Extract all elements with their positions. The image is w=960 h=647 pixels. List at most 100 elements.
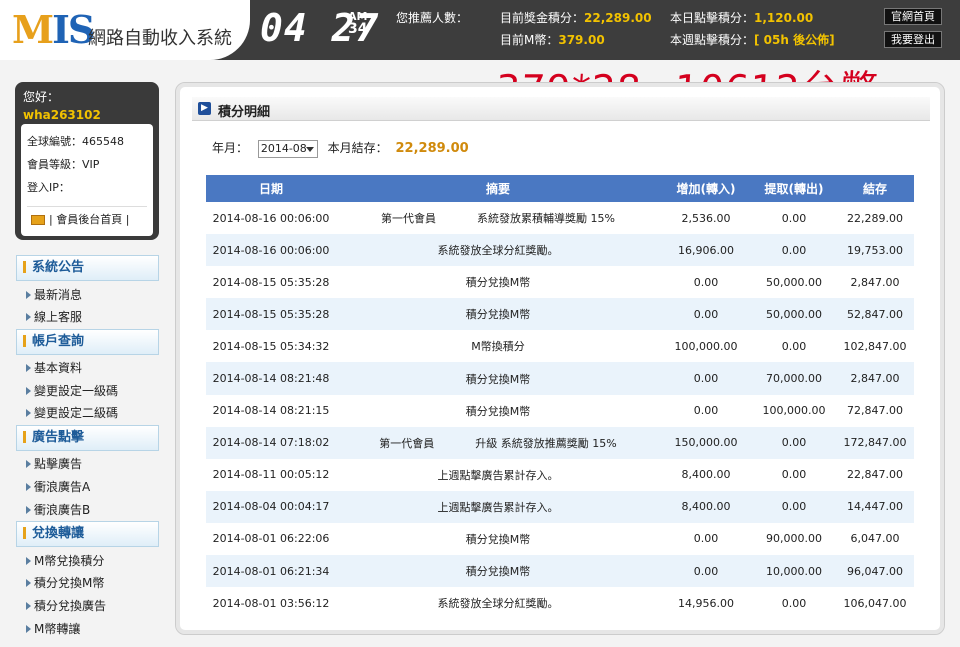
nav-item-surf-ads-b[interactable]: 衝浪廣告B	[26, 501, 90, 518]
table-row: 2014-08-16 00:06:00 第一代會員 系統發放累積輔導獎勵 15% 2,…	[206, 202, 914, 234]
referral-count: 您推薦人數：	[396, 11, 469, 25]
row-in: 0.00	[660, 362, 752, 395]
official-home-button[interactable]: 官網首頁	[884, 8, 942, 25]
nav-item-points-to-ads[interactable]: 積分兌換廣告	[26, 597, 106, 614]
row-date: 2014-08-04 00:04:17	[206, 490, 336, 523]
month-balance: 22,289.00	[395, 141, 469, 156]
row-balance: 106,047.00	[843, 596, 907, 610]
row-summary: 積分兌換M幣	[336, 298, 660, 331]
row-balance: 2,847.00	[850, 275, 900, 289]
row-summary-text: 積分兌換M幣	[465, 404, 531, 418]
col-out: 提取(轉出)	[752, 175, 836, 202]
member-home-link[interactable]: | 會員後台首頁 |	[27, 206, 147, 230]
nav-item-points-to-mcoin[interactable]: 積分兌換M幣	[26, 574, 104, 591]
triangle-right-icon	[26, 624, 31, 633]
row-balance: 2,847.00	[836, 362, 914, 395]
nav-item-change-code-2[interactable]: 變更設定二級碼	[26, 404, 118, 421]
triangle-right-icon	[26, 312, 31, 321]
row-in: 2,536.00	[681, 211, 731, 225]
row-out: 0.00	[752, 490, 836, 523]
row-balance: 52,847.00	[836, 298, 914, 331]
row-in: 14,956.00	[678, 596, 734, 610]
row-summary: 第一代會員 系統發放累積輔導獎勵 15%	[336, 202, 660, 234]
row-in: 150,000.00	[660, 426, 752, 459]
row-date: 2014-08-14 08:21:48	[206, 362, 336, 395]
logo-mark: MIS	[12, 7, 95, 52]
col-in: 增加(轉入)	[660, 175, 752, 202]
row-summary-text: 系統發放全球分紅獎勵。	[437, 244, 559, 258]
row-summary: M幣換積分	[336, 330, 660, 362]
nav-item-latest-news[interactable]: 最新消息	[26, 286, 82, 303]
logo-text: 網路自動收入系統	[88, 28, 232, 49]
table-row: 2014-08-14 07:18:02 第一代會員 升級 系統發放推薦獎勵 15% 1…	[206, 426, 914, 459]
row-summary-text: 系統發放累積輔導獎勵 15%	[477, 212, 615, 226]
login-ip: 登入IP：	[27, 181, 70, 194]
row-summary: 系統發放全球分紅獎勵。	[336, 587, 660, 619]
row-in: 100,000.00	[674, 339, 738, 353]
row-balance: 22,289.00	[847, 211, 903, 225]
table-row: 2014-08-04 00:04:17 上週點擊廣告累計存入。 8,400.00 0.…	[206, 490, 914, 523]
triangle-right-icon	[26, 601, 31, 610]
balance-label: 本月結存：	[327, 141, 388, 155]
nav-item-surf-ads-a[interactable]: 衝浪廣告A	[26, 478, 90, 495]
row-date: 2014-08-15 05:35:28	[206, 298, 336, 331]
row-summary: 積分兌換M幣	[336, 395, 660, 427]
row-in: 8,400.00	[681, 468, 731, 482]
row-out: 100,000.00	[762, 404, 826, 418]
month-select[interactable]: 2014-08	[257, 139, 318, 158]
row-summary: 積分兌換M幣	[336, 555, 660, 588]
row-date: 2014-08-16 00:06:00	[212, 211, 330, 225]
row-summary-text: 上週點擊廣告累計存入。	[437, 500, 559, 514]
logout-button[interactable]: 我要登出	[884, 31, 942, 48]
row-out: 10,000.00	[752, 555, 836, 588]
nav-section-exchange[interactable]: 兌換轉讓	[16, 521, 159, 547]
row-summary-text: 積分兌換M幣	[465, 532, 531, 546]
row-out: 50,000.00	[766, 275, 822, 289]
table-row: 2014-08-01 06:21:34 積分兌換M幣 0.00 10,000.00 96…	[206, 555, 914, 588]
row-balance: 22,847.00	[847, 468, 903, 482]
triangle-right-icon	[26, 459, 31, 468]
row-summary-text: 積分兌換M幣	[465, 565, 531, 579]
month-filter: 年月： 2014-08 本月結存： 22,289.00	[212, 139, 469, 158]
row-date: 2014-08-14 08:21:15	[212, 404, 330, 418]
table-row: 2014-08-01 06:22:06 積分兌換M幣 0.00 90,000.00 6,…	[206, 523, 914, 555]
nav-section-announcements[interactable]: 系統公告	[16, 255, 159, 281]
row-date: 2014-08-01 03:56:12	[212, 596, 330, 610]
col-summary: 摘要	[336, 175, 660, 202]
table-row: 2014-08-15 05:34:32 M幣換積分 100,000.00 0.00 10…	[206, 330, 914, 362]
row-summary-text: 積分兌換M幣	[465, 372, 531, 386]
row-summary: 上週點擊廣告累計存入。	[336, 490, 660, 523]
triangle-right-icon	[26, 556, 31, 565]
row-out: 90,000.00	[766, 532, 822, 546]
table-row: 2014-08-01 03:56:12 系統發放全球分紅獎勵。 14,956.00 0…	[206, 587, 914, 619]
username: wha263102	[23, 108, 101, 122]
main-panel: ▶ 積分明細 年月： 2014-08 本月結存： 22,289.00 日期 摘要…	[175, 82, 945, 635]
row-summary: 積分兌換M幣	[336, 362, 660, 395]
row-date: 2014-08-01 06:21:34	[206, 555, 336, 588]
logo[interactable]: MIS 網路自動收入系統	[0, 0, 250, 60]
nav-section-ad-click[interactable]: 廣告點擊	[16, 425, 159, 451]
row-date: 2014-08-15 05:35:28	[212, 275, 330, 289]
row-out: 0.00	[781, 211, 807, 225]
nav-item-basic-info[interactable]: 基本資料	[26, 359, 82, 376]
nav-item-click-ads[interactable]: 點擊廣告	[26, 455, 82, 472]
nav-item-mcoin-transfer[interactable]: M幣轉讓	[26, 620, 80, 637]
row-summary: 積分兌換M幣	[336, 523, 660, 555]
user-info-panel: 您好： wha263102 全球編號：465548 會員等級：VIP 登入IP：…	[15, 82, 159, 240]
row-summary-text: 系統發放全球分紅獎勵。	[437, 597, 559, 611]
row-balance: 19,753.00	[836, 234, 914, 267]
row-out: 0.00	[752, 426, 836, 459]
nav-section-account[interactable]: 帳戶查詢	[16, 329, 159, 355]
nav-item-online-support[interactable]: 線上客服	[26, 308, 82, 325]
nav-item-change-code-1[interactable]: 變更設定一級碼	[26, 382, 118, 399]
row-out: 50,000.00	[752, 298, 836, 331]
bonus-points: 目前獎金積分：22,289.00	[500, 11, 652, 25]
nav-item-mcoin-to-points[interactable]: M幣兌換積分	[26, 552, 104, 569]
row-in: 0.00	[660, 555, 752, 588]
row-summary-text: 積分兌換M幣	[465, 308, 531, 322]
table-row: 2014-08-14 08:21:48 積分兌換M幣 0.00 70,000.00 2,…	[206, 362, 914, 395]
row-summary: 上週點擊廣告累計存入。	[336, 459, 660, 491]
row-out: 70,000.00	[752, 362, 836, 395]
row-balance: 6,047.00	[850, 532, 900, 546]
week-click-points: 本週點擊積分：[ 05h 後公佈]	[670, 33, 835, 47]
